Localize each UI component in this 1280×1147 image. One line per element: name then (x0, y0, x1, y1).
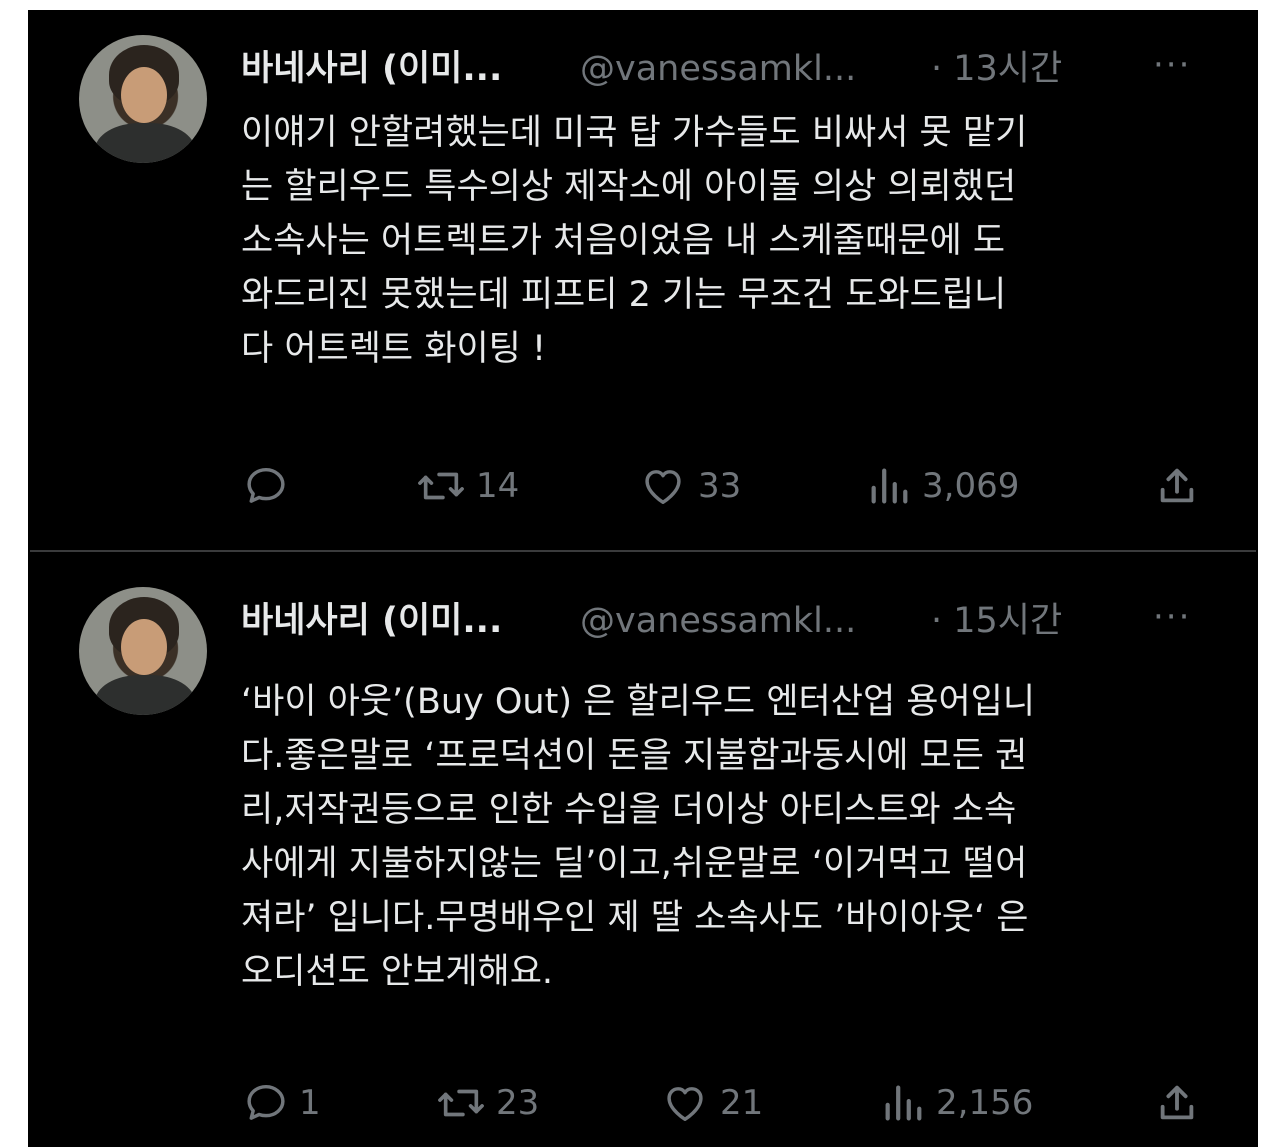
heart-icon (667, 1087, 703, 1122)
reply-button[interactable] (243, 461, 299, 511)
views-icon (885, 1085, 922, 1121)
action-bar: 1 23 21 2,156 (28, 1078, 1258, 1128)
tweet-text: ‘바이 아웃’(Buy Out) 은 할리우드 엔터산업 용어입니 다.좋은말로… (241, 682, 1036, 992)
retweet-count: 23 (496, 1083, 540, 1123)
retweet-icon (418, 472, 464, 500)
views-button[interactable]: 3,069 (866, 461, 1019, 511)
share-button[interactable] (1154, 1078, 1200, 1128)
tweet[interactable]: 바네사리 (이미... @vanessamkl... · 13시간 ··· 이얘… (28, 10, 1258, 551)
tweet-header: 바네사리 (이미... @vanessamkl... · 15시간 ··· (241, 596, 1211, 646)
share-button[interactable] (1154, 461, 1200, 511)
reply-button[interactable]: 1 (243, 1078, 321, 1128)
timeline: 바네사리 (이미... @vanessamkl... · 13시간 ··· 이얘… (28, 10, 1258, 1147)
reply-icon (247, 1084, 285, 1120)
avatar[interactable] (79, 35, 207, 163)
display-name[interactable]: 바네사리 (이미... (241, 596, 502, 646)
timestamp[interactable]: · 15시간 (931, 596, 1062, 646)
user-handle[interactable]: @vanessamkl... (580, 596, 856, 646)
retweet-button[interactable]: 23 (436, 1078, 539, 1128)
like-count: 21 (720, 1083, 764, 1123)
tweet-header: 바네사리 (이미... @vanessamkl... · 13시간 ··· (241, 44, 1211, 94)
reply-count: 1 (299, 1083, 321, 1123)
action-bar: 14 33 3,069 (28, 461, 1258, 511)
like-button[interactable]: 33 (638, 461, 741, 511)
display-name[interactable]: 바네사리 (이미... (241, 44, 502, 94)
tweet-text: 이얘기 안할려했는데 미국 탑 가수들도 비싸서 못 맡기 는 할리우드 특수의… (241, 113, 1028, 369)
more-options-button[interactable]: ··· (1153, 40, 1191, 90)
retweet-button[interactable]: 14 (416, 461, 519, 511)
user-handle[interactable]: @vanessamkl... (580, 44, 856, 94)
like-button[interactable]: 21 (660, 1078, 763, 1128)
timestamp[interactable]: · 13시간 (931, 44, 1062, 94)
views-count: 2,156 (936, 1083, 1034, 1123)
share-icon (1160, 468, 1194, 503)
views-count: 3,069 (922, 466, 1020, 506)
reply-icon (247, 467, 285, 503)
views-icon (871, 468, 908, 504)
views-button[interactable]: 2,156 (880, 1078, 1033, 1128)
more-options-button[interactable]: ··· (1153, 592, 1191, 642)
retweet-count: 14 (476, 466, 520, 506)
heart-icon (645, 470, 681, 505)
share-icon (1160, 1085, 1194, 1120)
tweet-divider (30, 550, 1256, 552)
retweet-icon (438, 1089, 484, 1117)
avatar[interactable] (79, 587, 207, 715)
tweet[interactable]: 바네사리 (이미... @vanessamkl... · 15시간 ··· ‘바… (28, 558, 1258, 1147)
like-count: 33 (698, 466, 742, 506)
